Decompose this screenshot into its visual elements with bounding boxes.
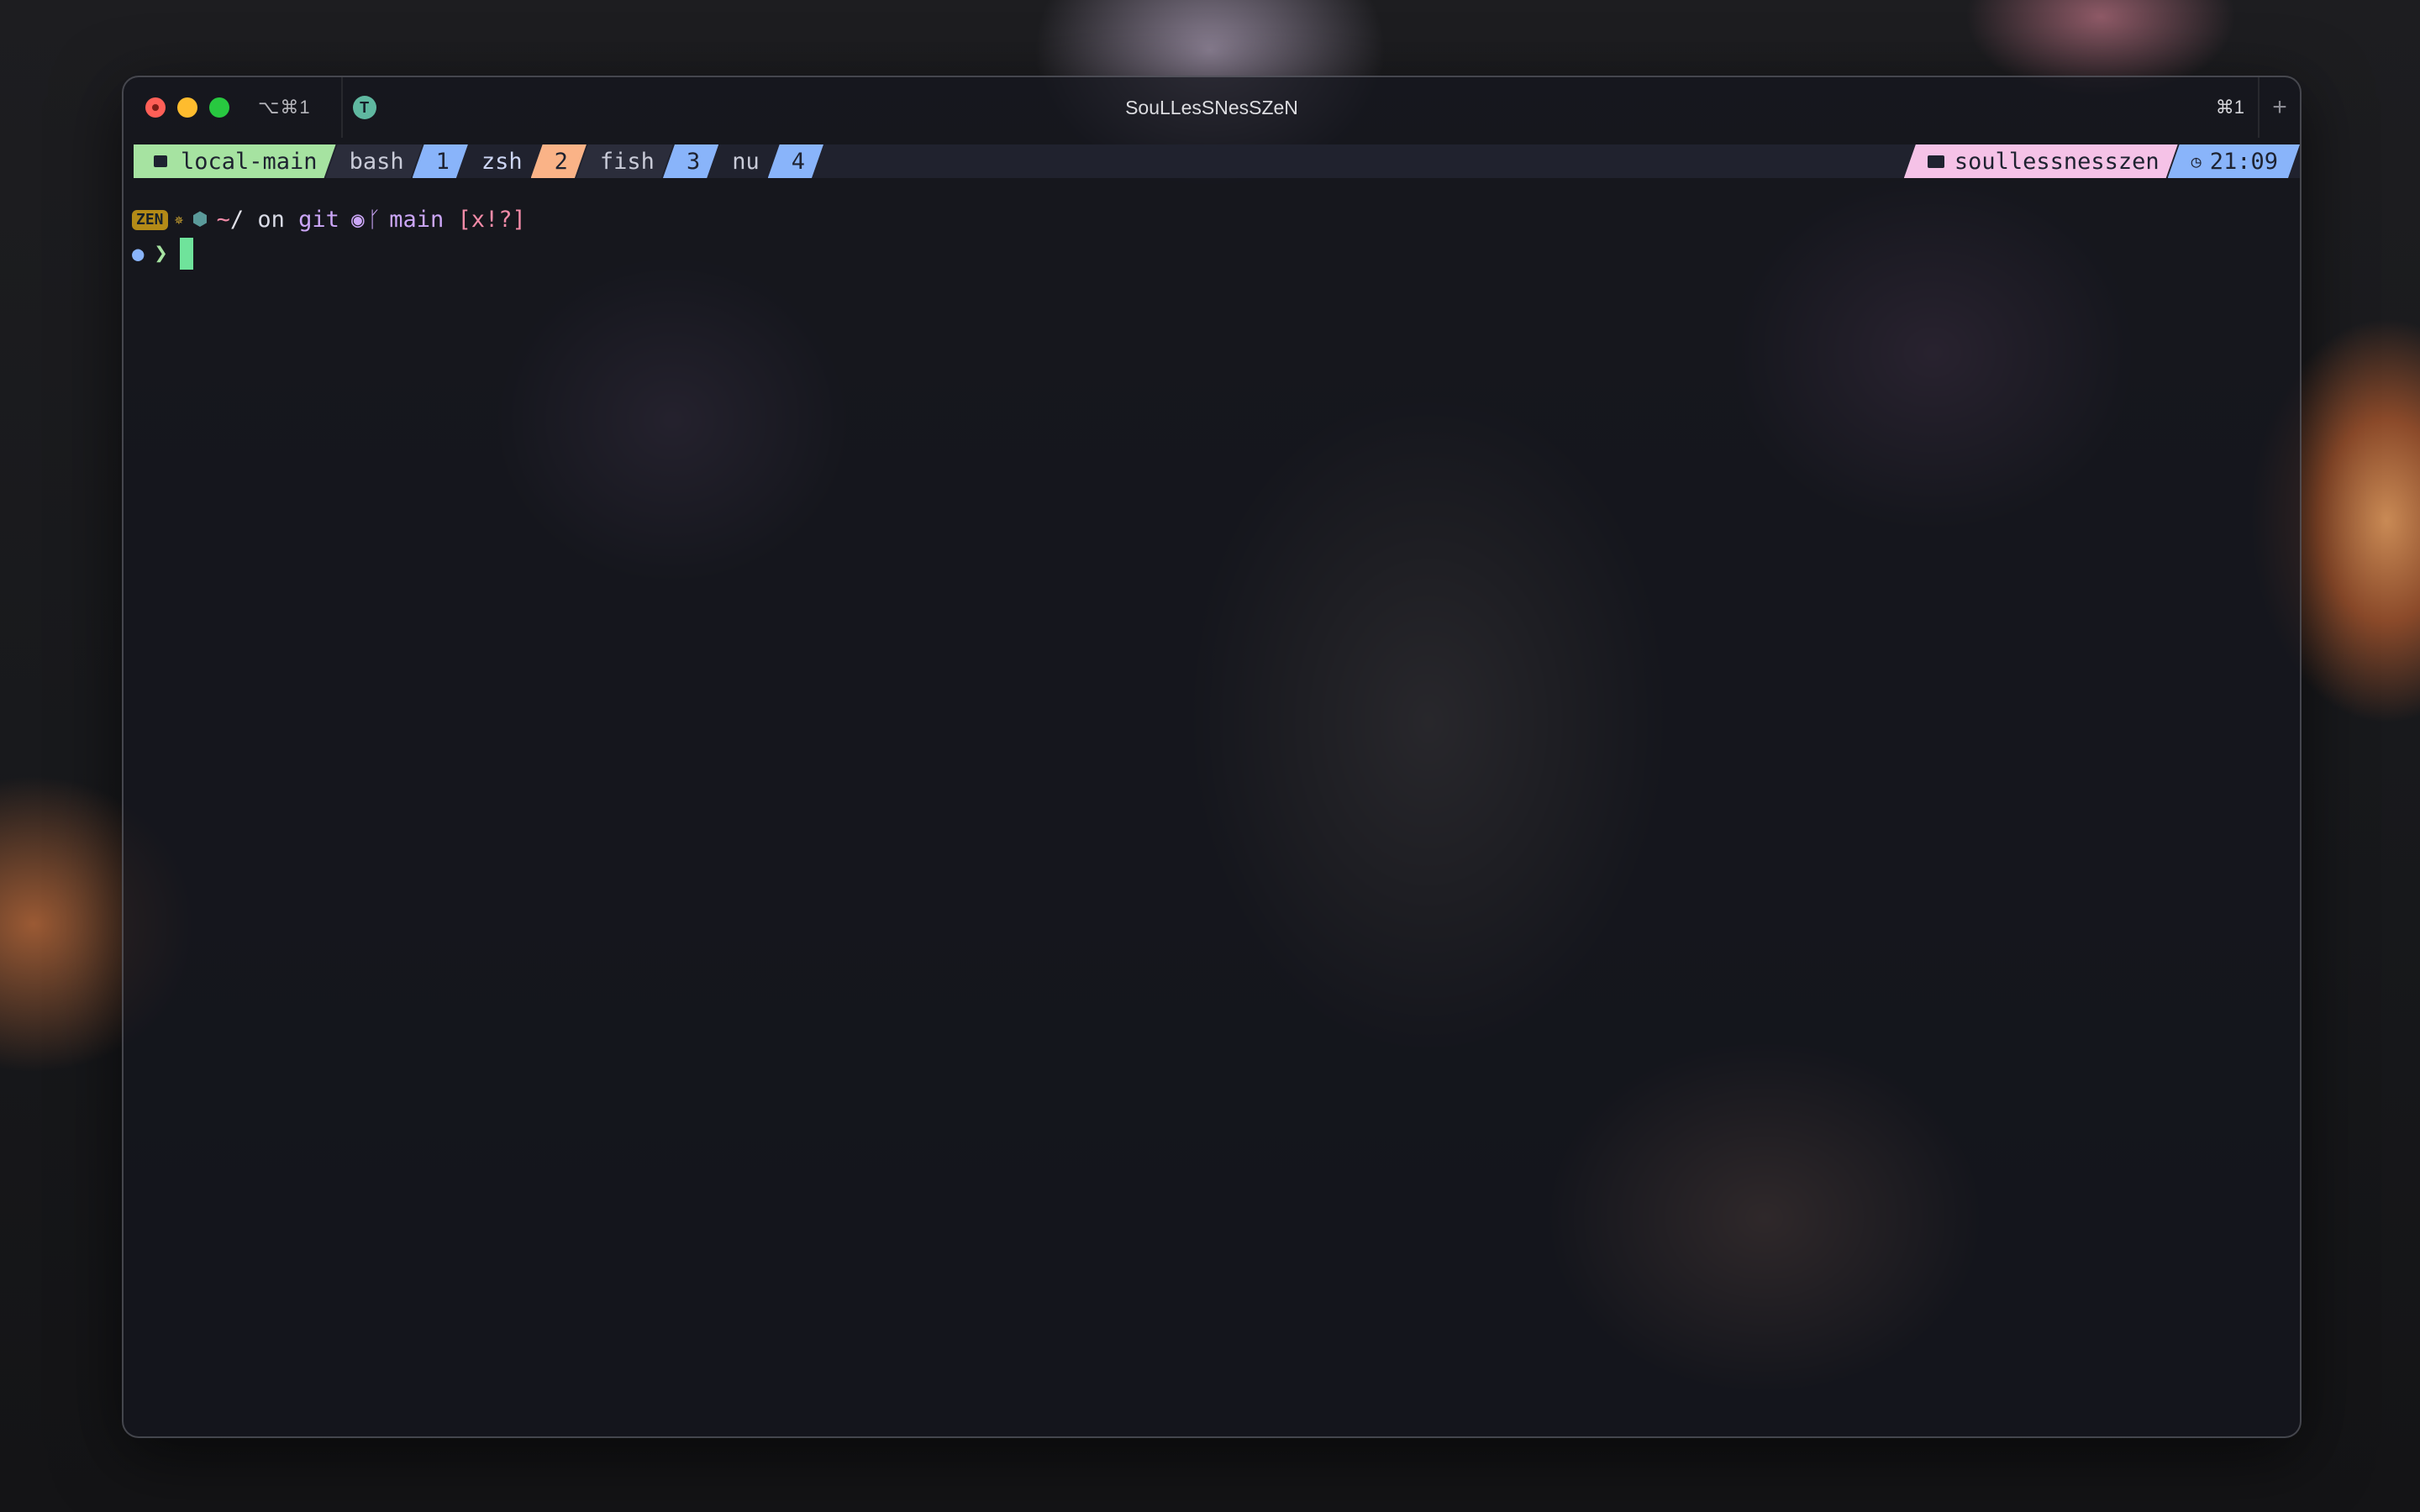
- terminal-output[interactable]: ZEN ✵ ⬢ ~ / on git ◉ ᚴ main [x!?] ● ❯: [132, 203, 2291, 270]
- desktop-wallpaper: ⌥⌘1 T SouLLesSNesSZeN ⌘1 + local-main ba…: [0, 0, 2420, 1512]
- window-title: SouLLesSNesSZeN: [1125, 96, 1298, 118]
- window-index: 2: [554, 148, 568, 175]
- window-index: 4: [791, 148, 805, 175]
- text-cursor[interactable]: [179, 238, 193, 270]
- status-right: soullessnesszen ◷ 21:09: [1904, 144, 2300, 178]
- window-index: 1: [435, 148, 450, 175]
- sun-icon: ✵: [174, 211, 184, 228]
- window-index-4[interactable]: 4: [768, 144, 823, 178]
- terminal-icon: [154, 155, 167, 167]
- window-index-2[interactable]: 2: [531, 144, 587, 178]
- git-label: git: [298, 207, 339, 233]
- cube-icon: ⬢: [192, 209, 208, 230]
- branch-icon: ᚴ: [367, 207, 381, 233]
- folder-icon: [1928, 155, 1944, 168]
- window-name: fish: [599, 148, 655, 175]
- directory-separator: /: [229, 207, 245, 233]
- new-tab-button[interactable]: +: [2258, 77, 2300, 138]
- minimize-button[interactable]: [177, 97, 197, 118]
- zen-badge: ZEN: [132, 210, 168, 230]
- window-name: zsh: [481, 148, 523, 175]
- zoom-button[interactable]: [209, 97, 229, 118]
- window-tab-nu[interactable]: nu: [708, 144, 778, 178]
- tmux-status-bar: local-main bash 1 zsh 2 fish 3 nu 4 soul…: [134, 144, 2300, 178]
- clock-icon: ◷: [2191, 151, 2202, 171]
- on-label: on: [257, 207, 285, 233]
- tab-shortcut: ⌥⌘1: [258, 97, 311, 118]
- session-segment[interactable]: local-main: [134, 144, 336, 178]
- window-index: 3: [686, 148, 701, 175]
- prompt-info-line: ZEN ✵ ⬢ ~ / on git ◉ ᚴ main [x!?]: [132, 203, 2291, 237]
- git-branch: main: [389, 207, 445, 233]
- current-directory: ~: [216, 207, 230, 233]
- tab-divider: [340, 77, 343, 138]
- close-button[interactable]: [145, 97, 166, 118]
- tab-app-icon[interactable]: T: [352, 96, 376, 119]
- window-tab-zsh[interactable]: zsh: [458, 144, 541, 178]
- window-name: bash: [349, 148, 404, 175]
- terminal-window[interactable]: ⌥⌘1 T SouLLesSNesSZeN ⌘1 + local-main ba…: [122, 76, 2302, 1438]
- apple-icon: ●: [132, 242, 145, 265]
- host-name: soullessnesszen: [1954, 148, 2160, 175]
- github-icon: ◉: [350, 207, 365, 233]
- session-name: local-main: [181, 148, 318, 175]
- time-segment: ◷ 21:09: [2168, 144, 2300, 178]
- title-bar[interactable]: ⌥⌘1 T SouLLesSNesSZeN ⌘1 +: [124, 77, 2300, 138]
- window-tab-fish[interactable]: fish: [576, 144, 673, 178]
- window-index-3[interactable]: 3: [663, 144, 718, 178]
- host-segment: soullessnesszen: [1904, 144, 2178, 178]
- window-index-1[interactable]: 1: [413, 144, 468, 178]
- clock-time: 21:09: [2209, 148, 2278, 175]
- active-tab-shortcut: ⌘1: [2215, 97, 2244, 118]
- git-status: [x!?]: [457, 207, 526, 233]
- prompt-arrow: ❯: [154, 240, 168, 266]
- window-name: nu: [732, 148, 760, 175]
- window-controls: [145, 97, 229, 118]
- prompt-input-line[interactable]: ● ❯: [132, 237, 2291, 270]
- window-tab-bash[interactable]: bash: [326, 144, 423, 178]
